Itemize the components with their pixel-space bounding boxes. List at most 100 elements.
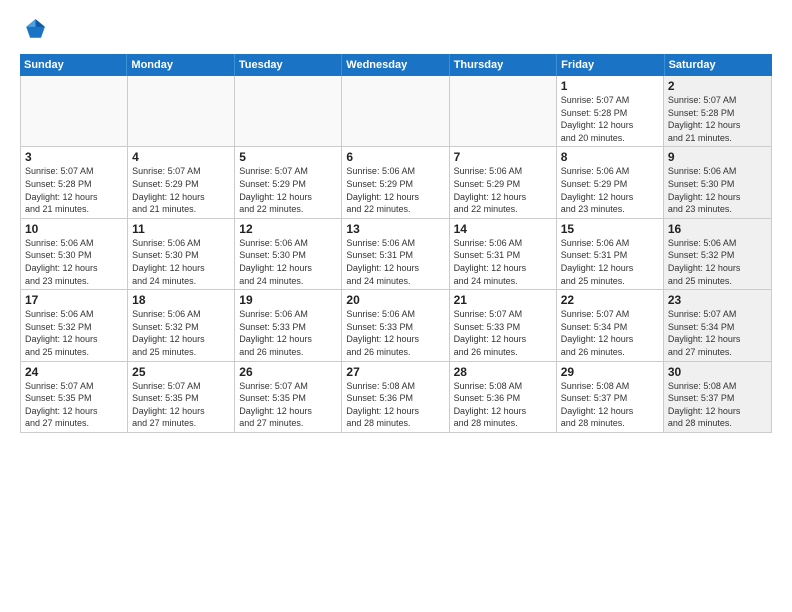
calendar-cell-2-4: 6Sunrise: 5:06 AM Sunset: 5:29 PM Daylig… <box>342 147 449 217</box>
calendar-cell-2-7: 9Sunrise: 5:06 AM Sunset: 5:30 PM Daylig… <box>664 147 771 217</box>
page: SundayMondayTuesdayWednesdayThursdayFrid… <box>0 0 792 612</box>
day-number: 16 <box>668 222 767 236</box>
calendar-cell-3-7: 16Sunrise: 5:06 AM Sunset: 5:32 PM Dayli… <box>664 219 771 289</box>
day-number: 3 <box>25 150 123 164</box>
day-info: Sunrise: 5:07 AM Sunset: 5:35 PM Dayligh… <box>25 380 123 430</box>
calendar-cell-4-6: 22Sunrise: 5:07 AM Sunset: 5:34 PM Dayli… <box>557 290 664 360</box>
calendar: SundayMondayTuesdayWednesdayThursdayFrid… <box>20 54 772 602</box>
day-number: 15 <box>561 222 659 236</box>
day-info: Sunrise: 5:06 AM Sunset: 5:33 PM Dayligh… <box>239 308 337 358</box>
calendar-cell-5-6: 29Sunrise: 5:08 AM Sunset: 5:37 PM Dayli… <box>557 362 664 432</box>
calendar-cell-3-3: 12Sunrise: 5:06 AM Sunset: 5:30 PM Dayli… <box>235 219 342 289</box>
day-info: Sunrise: 5:06 AM Sunset: 5:30 PM Dayligh… <box>239 237 337 287</box>
calendar-cell-5-4: 27Sunrise: 5:08 AM Sunset: 5:36 PM Dayli… <box>342 362 449 432</box>
day-number: 2 <box>668 79 767 93</box>
day-info: Sunrise: 5:08 AM Sunset: 5:36 PM Dayligh… <box>346 380 444 430</box>
calendar-cell-4-7: 23Sunrise: 5:07 AM Sunset: 5:34 PM Dayli… <box>664 290 771 360</box>
day-info: Sunrise: 5:06 AM Sunset: 5:31 PM Dayligh… <box>346 237 444 287</box>
calendar-cell-5-1: 24Sunrise: 5:07 AM Sunset: 5:35 PM Dayli… <box>21 362 128 432</box>
header-day-friday: Friday <box>557 54 664 76</box>
day-number: 25 <box>132 365 230 379</box>
header-day-tuesday: Tuesday <box>235 54 342 76</box>
calendar-cell-1-7: 2Sunrise: 5:07 AM Sunset: 5:28 PM Daylig… <box>664 76 771 146</box>
logo-icon <box>20 16 48 44</box>
day-number: 9 <box>668 150 767 164</box>
calendar-week-2: 3Sunrise: 5:07 AM Sunset: 5:28 PM Daylig… <box>21 147 771 218</box>
day-number: 22 <box>561 293 659 307</box>
calendar-body-outer: 1Sunrise: 5:07 AM Sunset: 5:28 PM Daylig… <box>20 76 772 433</box>
calendar-body: 1Sunrise: 5:07 AM Sunset: 5:28 PM Daylig… <box>21 76 771 432</box>
day-number: 17 <box>25 293 123 307</box>
calendar-cell-5-2: 25Sunrise: 5:07 AM Sunset: 5:35 PM Dayli… <box>128 362 235 432</box>
day-info: Sunrise: 5:07 AM Sunset: 5:29 PM Dayligh… <box>132 165 230 215</box>
day-info: Sunrise: 5:06 AM Sunset: 5:30 PM Dayligh… <box>25 237 123 287</box>
calendar-cell-2-2: 4Sunrise: 5:07 AM Sunset: 5:29 PM Daylig… <box>128 147 235 217</box>
day-number: 4 <box>132 150 230 164</box>
calendar-cell-2-1: 3Sunrise: 5:07 AM Sunset: 5:28 PM Daylig… <box>21 147 128 217</box>
day-number: 24 <box>25 365 123 379</box>
calendar-cell-1-1 <box>21 76 128 146</box>
calendar-cell-3-4: 13Sunrise: 5:06 AM Sunset: 5:31 PM Dayli… <box>342 219 449 289</box>
calendar-cell-1-6: 1Sunrise: 5:07 AM Sunset: 5:28 PM Daylig… <box>557 76 664 146</box>
calendar-cell-3-6: 15Sunrise: 5:06 AM Sunset: 5:31 PM Dayli… <box>557 219 664 289</box>
day-number: 27 <box>346 365 444 379</box>
day-number: 6 <box>346 150 444 164</box>
day-info: Sunrise: 5:07 AM Sunset: 5:29 PM Dayligh… <box>239 165 337 215</box>
day-number: 26 <box>239 365 337 379</box>
logo <box>20 16 52 44</box>
calendar-week-1: 1Sunrise: 5:07 AM Sunset: 5:28 PM Daylig… <box>21 76 771 147</box>
calendar-cell-5-7: 30Sunrise: 5:08 AM Sunset: 5:37 PM Dayli… <box>664 362 771 432</box>
day-number: 11 <box>132 222 230 236</box>
calendar-header: SundayMondayTuesdayWednesdayThursdayFrid… <box>20 54 772 76</box>
day-number: 29 <box>561 365 659 379</box>
header-day-monday: Monday <box>127 54 234 76</box>
calendar-cell-4-2: 18Sunrise: 5:06 AM Sunset: 5:32 PM Dayli… <box>128 290 235 360</box>
calendar-cell-3-5: 14Sunrise: 5:06 AM Sunset: 5:31 PM Dayli… <box>450 219 557 289</box>
day-number: 19 <box>239 293 337 307</box>
day-info: Sunrise: 5:07 AM Sunset: 5:28 PM Dayligh… <box>561 94 659 144</box>
day-info: Sunrise: 5:06 AM Sunset: 5:31 PM Dayligh… <box>454 237 552 287</box>
header-day-thursday: Thursday <box>450 54 557 76</box>
day-info: Sunrise: 5:08 AM Sunset: 5:37 PM Dayligh… <box>561 380 659 430</box>
calendar-cell-3-2: 11Sunrise: 5:06 AM Sunset: 5:30 PM Dayli… <box>128 219 235 289</box>
calendar-cell-1-2 <box>128 76 235 146</box>
calendar-cell-2-6: 8Sunrise: 5:06 AM Sunset: 5:29 PM Daylig… <box>557 147 664 217</box>
calendar-cell-4-5: 21Sunrise: 5:07 AM Sunset: 5:33 PM Dayli… <box>450 290 557 360</box>
day-info: Sunrise: 5:06 AM Sunset: 5:32 PM Dayligh… <box>25 308 123 358</box>
day-info: Sunrise: 5:06 AM Sunset: 5:29 PM Dayligh… <box>346 165 444 215</box>
day-info: Sunrise: 5:07 AM Sunset: 5:33 PM Dayligh… <box>454 308 552 358</box>
day-info: Sunrise: 5:06 AM Sunset: 5:30 PM Dayligh… <box>668 165 767 215</box>
day-info: Sunrise: 5:07 AM Sunset: 5:34 PM Dayligh… <box>561 308 659 358</box>
day-number: 8 <box>561 150 659 164</box>
header-day-wednesday: Wednesday <box>342 54 449 76</box>
day-number: 21 <box>454 293 552 307</box>
day-info: Sunrise: 5:06 AM Sunset: 5:32 PM Dayligh… <box>132 308 230 358</box>
calendar-week-5: 24Sunrise: 5:07 AM Sunset: 5:35 PM Dayli… <box>21 362 771 432</box>
day-number: 5 <box>239 150 337 164</box>
calendar-week-4: 17Sunrise: 5:06 AM Sunset: 5:32 PM Dayli… <box>21 290 771 361</box>
day-info: Sunrise: 5:07 AM Sunset: 5:35 PM Dayligh… <box>239 380 337 430</box>
header-day-saturday: Saturday <box>665 54 772 76</box>
calendar-cell-2-3: 5Sunrise: 5:07 AM Sunset: 5:29 PM Daylig… <box>235 147 342 217</box>
day-info: Sunrise: 5:06 AM Sunset: 5:32 PM Dayligh… <box>668 237 767 287</box>
calendar-week-3: 10Sunrise: 5:06 AM Sunset: 5:30 PM Dayli… <box>21 219 771 290</box>
calendar-cell-1-5 <box>450 76 557 146</box>
header-day-sunday: Sunday <box>20 54 127 76</box>
day-info: Sunrise: 5:07 AM Sunset: 5:34 PM Dayligh… <box>668 308 767 358</box>
calendar-cell-4-3: 19Sunrise: 5:06 AM Sunset: 5:33 PM Dayli… <box>235 290 342 360</box>
day-number: 28 <box>454 365 552 379</box>
day-number: 13 <box>346 222 444 236</box>
calendar-cell-4-4: 20Sunrise: 5:06 AM Sunset: 5:33 PM Dayli… <box>342 290 449 360</box>
day-number: 20 <box>346 293 444 307</box>
day-number: 12 <box>239 222 337 236</box>
day-number: 14 <box>454 222 552 236</box>
day-info: Sunrise: 5:07 AM Sunset: 5:28 PM Dayligh… <box>668 94 767 144</box>
calendar-cell-5-5: 28Sunrise: 5:08 AM Sunset: 5:36 PM Dayli… <box>450 362 557 432</box>
day-info: Sunrise: 5:07 AM Sunset: 5:35 PM Dayligh… <box>132 380 230 430</box>
day-info: Sunrise: 5:06 AM Sunset: 5:33 PM Dayligh… <box>346 308 444 358</box>
day-number: 18 <box>132 293 230 307</box>
calendar-cell-1-3 <box>235 76 342 146</box>
calendar-cell-3-1: 10Sunrise: 5:06 AM Sunset: 5:30 PM Dayli… <box>21 219 128 289</box>
day-number: 10 <box>25 222 123 236</box>
day-info: Sunrise: 5:06 AM Sunset: 5:29 PM Dayligh… <box>454 165 552 215</box>
